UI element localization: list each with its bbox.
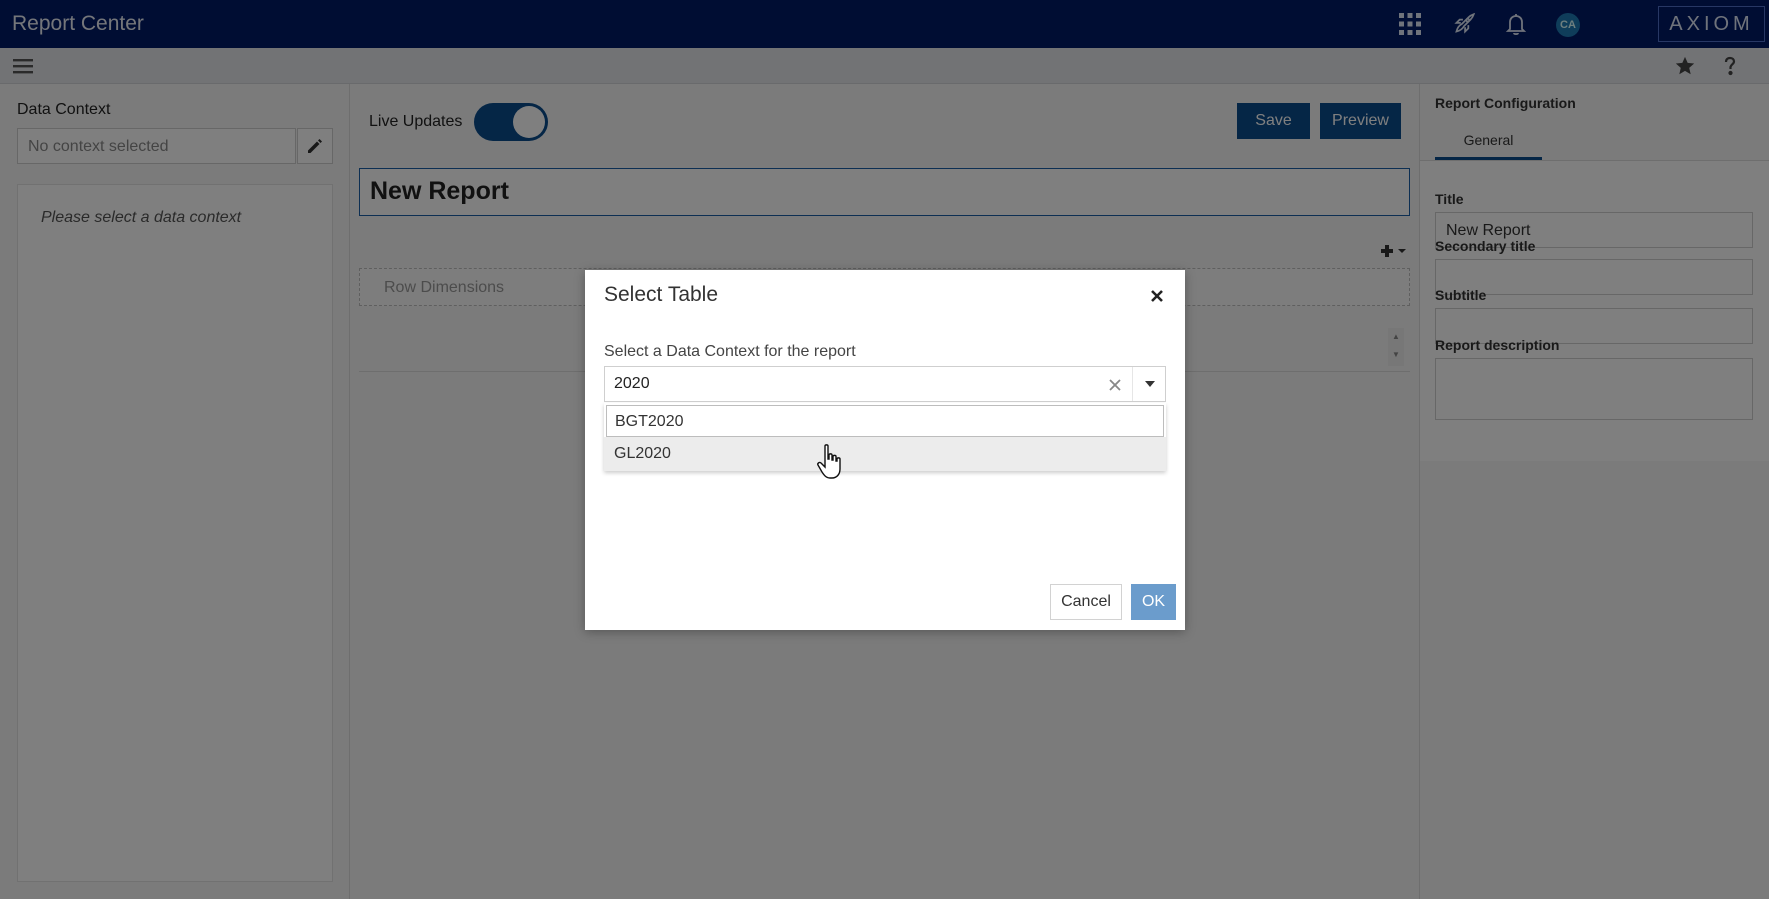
data-context-options: BGT2020 GL2020 [604, 403, 1166, 471]
data-context-combobox[interactable]: 2020 [604, 366, 1166, 402]
cancel-button[interactable]: Cancel [1050, 584, 1122, 620]
option-gl2020[interactable]: GL2020 [604, 437, 1166, 471]
data-context-prompt: Select a Data Context for the report [604, 343, 856, 360]
select-table-dialog: Select Table Select a Data Context for t… [585, 270, 1185, 630]
ok-button[interactable]: OK [1131, 584, 1176, 620]
chevron-down-icon[interactable] [1133, 367, 1166, 401]
hand-pointer-icon [817, 444, 841, 479]
close-icon[interactable] [1145, 284, 1169, 308]
clear-icon[interactable] [1103, 373, 1127, 397]
option-bgt2020[interactable]: BGT2020 [606, 405, 1164, 437]
dialog-title: Select Table [604, 283, 719, 306]
combobox-search-text[interactable]: 2020 [614, 375, 650, 393]
